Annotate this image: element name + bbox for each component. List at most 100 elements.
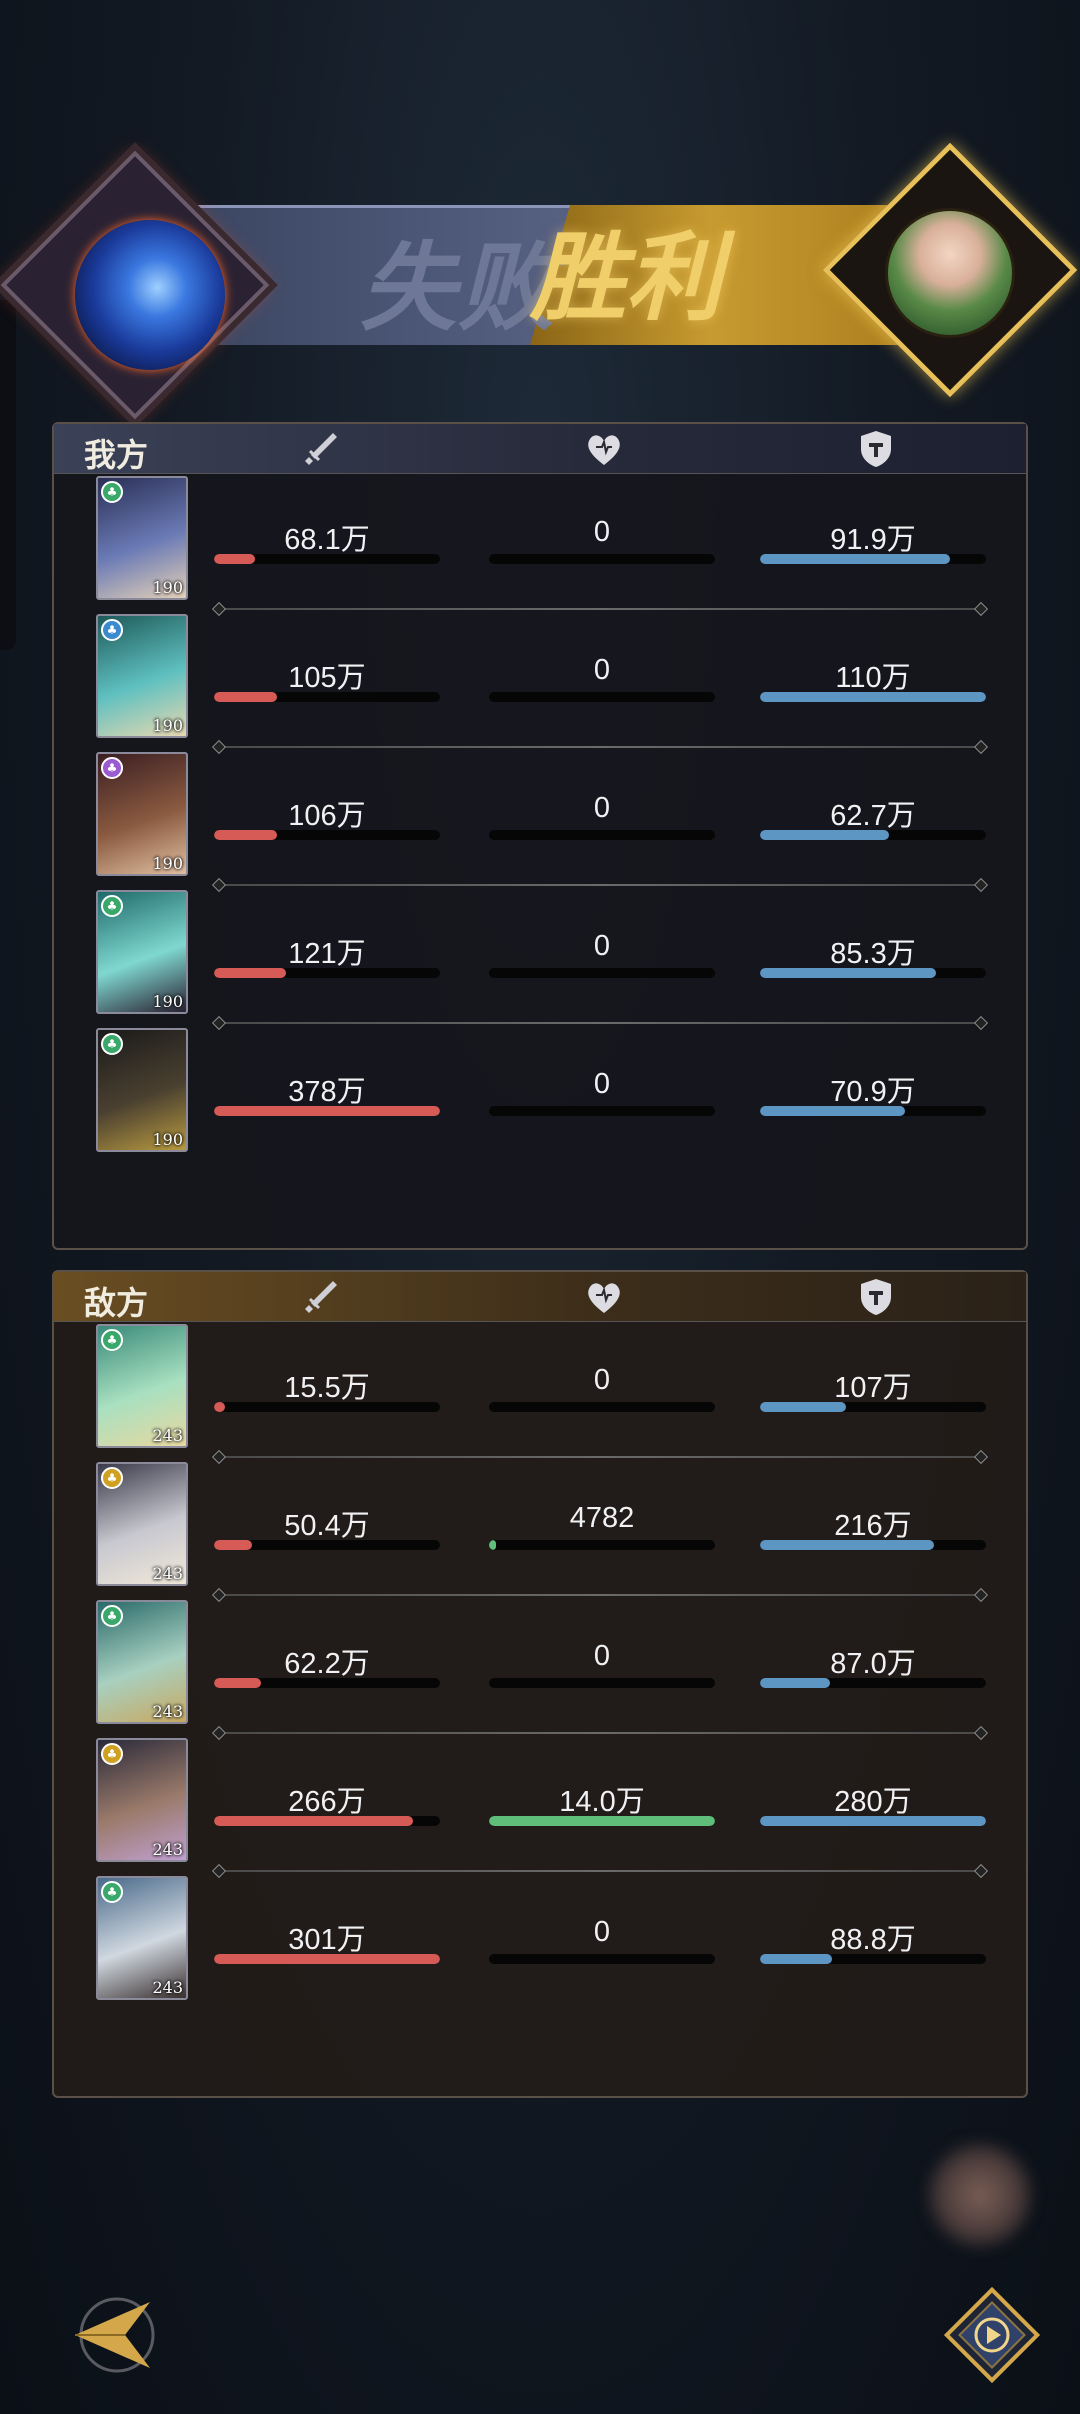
damage-bar-fill [214, 1816, 413, 1826]
tank-stat: 107万 [760, 1372, 986, 1412]
hero-level: 243 [152, 1426, 183, 1445]
replay-button[interactable] [942, 2285, 1042, 2385]
heal-bar [489, 830, 715, 840]
damage-value: 105万 [288, 662, 366, 694]
heal-value: 0 [593, 1364, 611, 1396]
hero-stat-row: ♣ 243 266万 14.0万 280万 [54, 1736, 1026, 1874]
tank-stat: 280万 [760, 1786, 986, 1826]
heal-stat: 0 [489, 792, 715, 840]
floating-avatar-blur[interactable] [925, 2140, 1035, 2250]
enemy-team-header: 敌方 [54, 1272, 1026, 1322]
tank-stat: 85.3万 [760, 938, 986, 978]
row-divider [220, 1732, 980, 1734]
tank-stat: 91.9万 [760, 524, 986, 564]
damage-value: 266万 [288, 1786, 366, 1818]
tank-bar-fill [760, 830, 889, 840]
hero-level: 190 [152, 992, 183, 1011]
hero-rank-icon: ♣ [101, 1743, 123, 1765]
hero-portrait[interactable]: ♣ 243 [96, 1462, 188, 1586]
damage-bar-fill [214, 1954, 440, 1964]
hero-portrait[interactable]: ♣ 190 [96, 752, 188, 876]
back-button[interactable] [55, 2290, 165, 2380]
tank-value: 216万 [834, 1510, 912, 1542]
hero-rank-icon: ♣ [101, 481, 123, 503]
heal-stat: 0 [489, 1916, 715, 1964]
heal-stat: 0 [489, 654, 715, 702]
win-label: 胜利 [530, 221, 722, 334]
tank-value: 62.7万 [830, 800, 916, 832]
damage-bar [214, 692, 440, 702]
tank-bar-fill [760, 1954, 833, 1964]
heal-value: 4782 [569, 1502, 635, 1534]
heal-bar [489, 968, 715, 978]
sword-icon [299, 1277, 343, 1317]
our-team-header: 我方 [54, 424, 1026, 474]
tank-bar [760, 1678, 986, 1688]
hero-level: 243 [152, 1840, 183, 1859]
tank-bar [760, 968, 986, 978]
hero-rank-icon: ♣ [101, 1329, 123, 1351]
hero-portrait[interactable]: ♣ 243 [96, 1876, 188, 2000]
enemy-emblem-avatar [885, 208, 1015, 338]
hero-rank-icon: ♣ [101, 1467, 123, 1489]
sword-icon [299, 429, 343, 469]
tank-value: 91.9万 [830, 524, 916, 556]
hero-portrait[interactable]: ♣ 190 [96, 1028, 188, 1152]
damage-stat: 378万 [214, 1076, 440, 1116]
heal-stat: 0 [489, 516, 715, 564]
hero-portrait[interactable]: ♣ 243 [96, 1738, 188, 1862]
damage-bar [214, 1678, 440, 1688]
heal-value: 0 [593, 1640, 611, 1672]
tank-bar-fill [760, 1106, 905, 1116]
hero-rank-icon: ♣ [101, 1881, 123, 1903]
heal-value: 0 [593, 930, 611, 962]
hero-portrait[interactable]: ♣ 190 [96, 890, 188, 1014]
tank-bar [760, 554, 986, 564]
play-icon [943, 2286, 1041, 2384]
damage-bar-fill [214, 1540, 253, 1550]
heal-stat: 14.0万 [489, 1786, 715, 1826]
tank-value: 280万 [834, 1786, 912, 1818]
heal-bar [489, 1540, 715, 1550]
tank-value: 88.8万 [830, 1924, 916, 1956]
heal-bar [489, 1106, 715, 1116]
tank-bar-fill [760, 1816, 986, 1826]
hero-portrait[interactable]: ♣ 190 [96, 614, 188, 738]
heal-bar [489, 1816, 715, 1826]
damage-stat: 15.5万 [214, 1372, 440, 1412]
hero-stat-row: ♣ 190 105万 0 110万 [54, 612, 1026, 750]
tank-value: 87.0万 [830, 1648, 916, 1680]
row-divider [220, 1594, 980, 1596]
row-divider [220, 746, 980, 748]
hero-portrait[interactable]: ♣ 243 [96, 1324, 188, 1448]
hero-level: 243 [152, 1564, 183, 1583]
tank-bar [760, 692, 986, 702]
hero-stat-row: ♣ 190 106万 0 62.7万 [54, 750, 1026, 888]
hero-stat-row: ♣ 243 15.5万 0 107万 [54, 1322, 1026, 1460]
side-edge-tab [0, 300, 16, 650]
damage-bar-fill [214, 554, 255, 564]
shield-icon [854, 429, 898, 469]
damage-bar [214, 1402, 440, 1412]
damage-bar [214, 968, 440, 978]
tank-bar [760, 1402, 986, 1412]
result-banner: 失败 胜利 [0, 142, 1078, 420]
damage-value: 121万 [288, 938, 366, 970]
hero-portrait[interactable]: ♣ 243 [96, 1600, 188, 1724]
our-emblem-avatar [75, 220, 225, 370]
tank-stat: 87.0万 [760, 1648, 986, 1688]
damage-value: 378万 [288, 1076, 366, 1108]
row-divider [220, 1456, 980, 1458]
hero-level: 190 [152, 1130, 183, 1149]
damage-stat: 106万 [214, 800, 440, 840]
our-team-title: 我方 [84, 436, 149, 474]
tank-bar-fill [760, 1540, 935, 1550]
damage-bar-fill [214, 1402, 226, 1412]
damage-stat: 50.4万 [214, 1510, 440, 1550]
hero-portrait[interactable]: ♣ 190 [96, 476, 188, 600]
damage-bar [214, 1540, 440, 1550]
tank-stat: 216万 [760, 1510, 986, 1550]
hero-stat-row: ♣ 243 301万 0 88.8万 [54, 1874, 1026, 2012]
tank-stat: 62.7万 [760, 800, 986, 840]
tank-value: 70.9万 [830, 1076, 916, 1108]
